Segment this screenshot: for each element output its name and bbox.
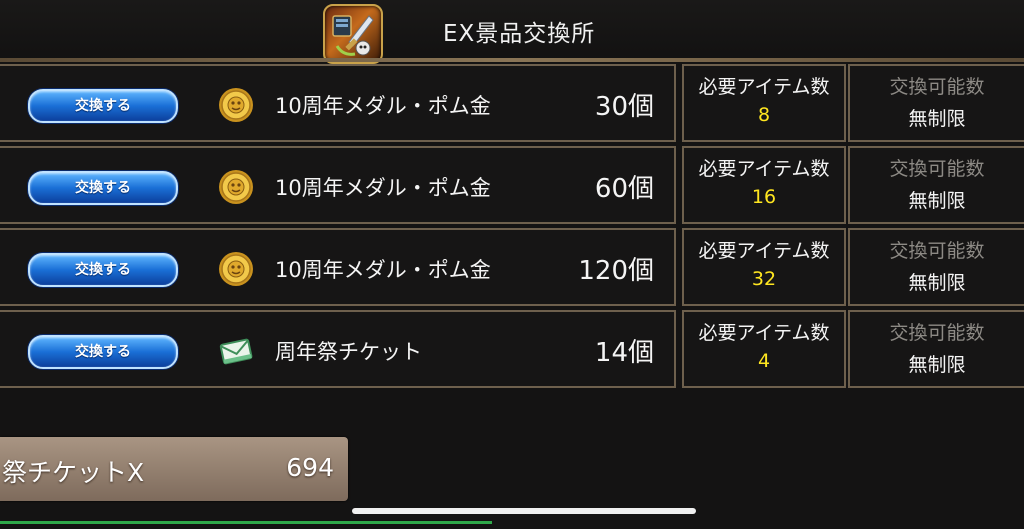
- required-label: 必要アイテム数: [698, 240, 830, 262]
- exchange-button[interactable]: 交換する: [28, 253, 178, 287]
- weapon-shop-icon: [323, 4, 383, 64]
- item-name: 10周年メダル・ポム金: [275, 176, 491, 200]
- item-count: 30個: [594, 92, 654, 122]
- ticket-balance-panel: 祭チケットX 694: [0, 437, 348, 501]
- available-count-box: 交換可能数 無制限: [848, 146, 1024, 224]
- header-divider: [0, 58, 1024, 62]
- gold-medal-icon: [218, 87, 254, 123]
- required-items-box: 必要アイテム数 16: [682, 146, 846, 224]
- required-label: 必要アイテム数: [698, 76, 830, 98]
- item-panel: 交換する 10周年メダル・ポム金 30個: [0, 64, 676, 142]
- exchange-row: 交換する 周年祭チケット 14個 必要アイテム数 4 交換可能数 無制限: [0, 310, 1024, 388]
- ticket-envelope-icon: [218, 333, 254, 369]
- available-label: 交換可能数: [889, 158, 985, 180]
- available-label: 交換可能数: [889, 240, 985, 262]
- exchange-button[interactable]: 交換する: [28, 89, 178, 123]
- available-value: 無制限: [908, 354, 966, 376]
- item-count: 14個: [594, 338, 654, 368]
- available-count-box: 交換可能数 無制限: [848, 228, 1024, 306]
- ticket-balance-label: 祭チケットX: [2, 458, 145, 487]
- ticket-balance-count: 694: [286, 453, 334, 482]
- available-label: 交換可能数: [889, 322, 985, 344]
- gold-medal-icon: [218, 169, 254, 205]
- exchange-button[interactable]: 交換する: [28, 335, 178, 369]
- exchange-button[interactable]: 交換する: [28, 171, 178, 205]
- item-panel: 交換する 周年祭チケット 14個: [0, 310, 676, 388]
- item-count: 60個: [594, 174, 654, 204]
- exchange-row: 交換する 10周年メダル・ポム金 120個 必要アイテム数 32 交換可能数 無…: [0, 228, 1024, 306]
- required-value: 32: [751, 268, 777, 290]
- item-panel: 交換する 10周年メダル・ポム金 60個: [0, 146, 676, 224]
- progress-strip: [0, 521, 492, 524]
- exchange-row: 交換する 10周年メダル・ポム金 30個 必要アイテム数 8 交換可能数 無制限: [0, 64, 1024, 142]
- item-name: 周年祭チケット: [275, 340, 422, 364]
- item-panel: 交換する 10周年メダル・ポム金 120個: [0, 228, 676, 306]
- required-value: 8: [757, 104, 771, 126]
- required-label: 必要アイテム数: [698, 158, 830, 180]
- available-value: 無制限: [908, 190, 966, 212]
- available-count-box: 交換可能数 無制限: [848, 310, 1024, 388]
- page-title: EX景品交換所: [443, 21, 596, 47]
- available-count-box: 交換可能数 無制限: [848, 64, 1024, 142]
- gold-medal-icon: [218, 251, 254, 287]
- required-label: 必要アイテム数: [698, 322, 830, 344]
- exchange-row: 交換する 10周年メダル・ポム金 60個 必要アイテム数 16 交換可能数 無制…: [0, 146, 1024, 224]
- required-value: 4: [757, 350, 771, 372]
- required-items-box: 必要アイテム数 32: [682, 228, 846, 306]
- available-value: 無制限: [908, 272, 966, 294]
- available-value: 無制限: [908, 108, 966, 130]
- item-name: 10周年メダル・ポム金: [275, 258, 491, 282]
- required-value: 16: [751, 186, 777, 208]
- required-items-box: 必要アイテム数 8: [682, 64, 846, 142]
- required-items-box: 必要アイテム数 4: [682, 310, 846, 388]
- home-indicator[interactable]: [352, 508, 696, 514]
- available-label: 交換可能数: [889, 76, 985, 98]
- header-bar: EX景品交換所: [0, 0, 1024, 64]
- item-name: 10周年メダル・ポム金: [275, 94, 491, 118]
- item-count: 120個: [578, 256, 654, 286]
